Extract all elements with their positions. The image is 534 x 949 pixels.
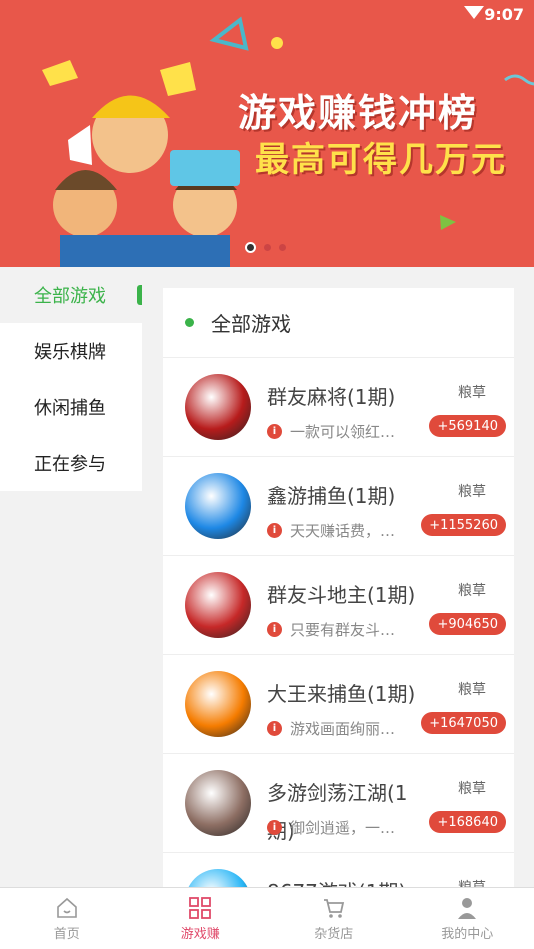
game-description: i 御剑逍遥，一… — [267, 817, 395, 838]
reward-badge[interactable]: +168640 — [429, 811, 506, 833]
game-description: i 只要有群友斗… — [267, 619, 395, 640]
reward-badge[interactable]: +1155260 — [421, 514, 506, 536]
game-row[interactable]: 多游剑荡江湖(1期)i 御剑逍遥，一… 粮草 +168640 — [163, 754, 514, 853]
game-name: 大王来捕鱼(1期) — [267, 682, 416, 706]
app-screen: 9:07 游戏赚钱冲榜 最高可得几万元 全部游戏 娱乐棋牌 休闲捕鱼 正在参与 … — [0, 0, 534, 949]
nav-label: 我的中心 — [441, 926, 494, 942]
game-avatar[interactable] — [185, 869, 251, 888]
category-label: 正在参与 — [34, 454, 106, 475]
game-row[interactable]: 大王来捕鱼(1期) i 游戏画面绚丽… 粮草 +1647050 — [163, 655, 514, 754]
carousel-dot-active[interactable] — [245, 242, 256, 253]
game-name: 群友斗地主(1期) — [267, 583, 416, 607]
grid-icon — [189, 896, 212, 919]
nav-store[interactable]: 杂货店 — [267, 888, 401, 949]
game-desc-text: 游戏画面绚丽… — [290, 720, 396, 738]
game-name: 群友麻将(1期) — [267, 385, 396, 409]
category-menu: 全部游戏 娱乐棋牌 休闲捕鱼 正在参与 — [0, 267, 142, 491]
cart-icon — [323, 898, 344, 918]
game-description: i 一款可以领红… — [267, 421, 395, 442]
nav-game-earn[interactable]: 游戏赚 — [134, 888, 268, 949]
category-all-games[interactable]: 全部游戏 — [0, 267, 142, 323]
banner-subtitle: 最高可得几万元 — [255, 140, 507, 180]
game-list-panel: 全部游戏 群友麻将(1期) i 一款可以领红… 粮草 +569140 鑫游捕鱼(1期) i 天… — [163, 288, 514, 888]
home-icon — [56, 897, 77, 918]
category-label: 休闲捕鱼 — [34, 398, 106, 419]
info-icon: i — [267, 523, 282, 538]
game-desc-text: 天天赚话费，… — [290, 522, 396, 540]
nav-label: 首页 — [53, 926, 80, 942]
game-avatar[interactable] — [185, 473, 251, 539]
bottom-nav: 首页 游戏赚 杂货店 我的中心 — [0, 887, 534, 949]
reward-label: 粮草 — [458, 385, 486, 401]
panel-title: 全部游戏 — [211, 312, 291, 336]
game-description: i 游戏画面绚丽… — [267, 718, 395, 739]
game-row[interactable]: 群友斗地主(1期) i 只要有群友斗… 粮草 +904650 — [163, 556, 514, 655]
promo-banner[interactable]: 9:07 游戏赚钱冲榜 最高可得几万元 — [0, 0, 534, 267]
game-avatar[interactable] — [185, 770, 251, 836]
nav-label: 杂货店 — [314, 926, 354, 942]
category-card-games[interactable]: 娱乐棋牌 — [0, 323, 142, 379]
game-name: 多游剑荡江湖(1期) — [267, 781, 408, 843]
game-row[interactable]: 8677游戏(1期)粮草 — [163, 853, 514, 888]
game-name: 鑫游捕鱼(1期) — [267, 484, 396, 508]
game-row[interactable]: 群友麻将(1期) i 一款可以领红… 粮草 +569140 — [163, 358, 514, 457]
game-avatar[interactable] — [185, 671, 251, 737]
info-icon: i — [267, 721, 282, 736]
game-name: 8677游戏(1期) — [267, 873, 417, 888]
nav-label: 游戏赚 — [180, 926, 220, 942]
nav-home[interactable]: 首页 — [0, 888, 134, 949]
category-participating[interactable]: 正在参与 — [0, 435, 142, 491]
reward-label: 粮草 — [458, 781, 486, 797]
category-fishing-games[interactable]: 休闲捕鱼 — [0, 379, 142, 435]
game-avatar[interactable] — [185, 374, 251, 440]
nav-my-center[interactable]: 我的中心 — [401, 888, 534, 949]
game-desc-text: 只要有群友斗… — [290, 621, 396, 639]
reward-label: 粮草 — [458, 583, 486, 599]
game-avatar[interactable] — [185, 572, 251, 638]
carousel-dot[interactable] — [279, 244, 286, 251]
reward-badge[interactable]: +1647050 — [421, 712, 506, 734]
reward-badge[interactable]: +904650 — [429, 613, 506, 635]
category-label: 娱乐棋牌 — [34, 342, 106, 363]
info-icon: i — [267, 820, 282, 835]
panel-header: 全部游戏 — [163, 288, 514, 358]
info-icon: i — [267, 424, 282, 439]
game-description: i 天天赚话费，… — [267, 520, 395, 541]
banner-title: 游戏赚钱冲榜 — [238, 91, 479, 135]
carousel-indicator[interactable] — [245, 242, 286, 253]
game-desc-text: 御剑逍遥，一… — [290, 819, 396, 837]
user-icon — [458, 897, 477, 919]
reward-label: 粮草 — [458, 484, 486, 500]
category-label: 全部游戏 — [34, 286, 106, 307]
carousel-dot[interactable] — [264, 244, 271, 251]
reward-badge[interactable]: +569140 — [429, 415, 506, 437]
game-row[interactable]: 鑫游捕鱼(1期) i 天天赚话费，… 粮草 +1155260 — [163, 457, 514, 556]
bullet-icon — [185, 318, 194, 327]
game-list: 群友麻将(1期) i 一款可以领红… 粮草 +569140 鑫游捕鱼(1期) i 天天赚话费，… — [163, 358, 514, 888]
reward-label: 粮草 — [458, 682, 486, 698]
game-desc-text: 一款可以领红… — [290, 423, 396, 441]
info-icon: i — [267, 622, 282, 637]
